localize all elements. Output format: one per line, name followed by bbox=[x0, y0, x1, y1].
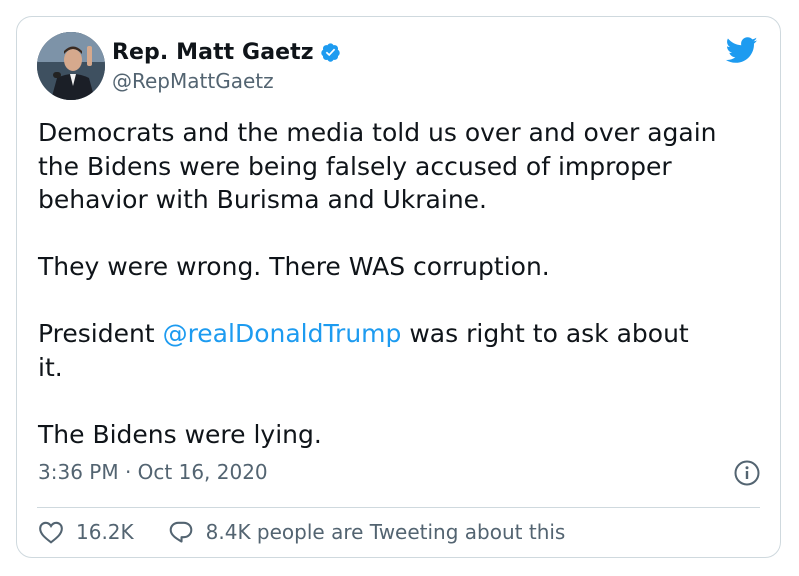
tweet-text: Democrats and the media told us over and… bbox=[38, 116, 768, 451]
twitter-bird-icon[interactable] bbox=[724, 37, 758, 65]
mention-link[interactable]: @realDonaldTrump bbox=[163, 319, 402, 348]
tweet-line: Democrats and the media told us over and… bbox=[38, 118, 717, 147]
author-name[interactable]: Rep. Matt Gaetz bbox=[112, 40, 314, 65]
tweet-timestamp[interactable]: 3:36 PM · Oct 16, 2020 bbox=[38, 460, 268, 484]
divider bbox=[37, 507, 760, 508]
tweet-text-segment: was right to ask about bbox=[401, 319, 689, 348]
tweet-line: behavior with Burisma and Ukraine. bbox=[38, 185, 487, 214]
tweet-text-segment: President bbox=[38, 319, 163, 348]
name-row: Rep. Matt Gaetz bbox=[112, 37, 341, 67]
tweet-line: President @realDonaldTrump was right to … bbox=[38, 317, 768, 351]
tweet-line: it. bbox=[38, 352, 63, 382]
reply-bubble-icon bbox=[169, 521, 192, 543]
avatar-photo bbox=[37, 32, 105, 100]
info-icon[interactable] bbox=[734, 460, 760, 486]
tweet-card: Rep. Matt Gaetz @RepMattGaetz Democrats … bbox=[16, 16, 781, 558]
tweet-line: The Bidens were lying. bbox=[38, 419, 322, 449]
verified-badge-icon bbox=[320, 42, 341, 63]
avatar[interactable] bbox=[37, 32, 105, 100]
like-count: 16.2K bbox=[76, 520, 134, 544]
reply-button[interactable]: 8.4K people are Tweeting about this bbox=[168, 520, 566, 544]
author-block: Rep. Matt Gaetz @RepMattGaetz bbox=[112, 37, 341, 93]
tweet-line: the Bidens were being falsely accused of… bbox=[38, 151, 672, 181]
like-button[interactable]: 16.2K bbox=[38, 520, 134, 544]
tweet-actions: 16.2K 8.4K people are Tweeting about thi… bbox=[38, 515, 565, 549]
heart-icon bbox=[39, 521, 63, 544]
tweeting-about-text: 8.4K people are Tweeting about this bbox=[205, 520, 566, 544]
author-handle[interactable]: @RepMattGaetz bbox=[112, 69, 341, 93]
tweet-line: They were wrong. There WAS corruption. bbox=[38, 252, 550, 281]
